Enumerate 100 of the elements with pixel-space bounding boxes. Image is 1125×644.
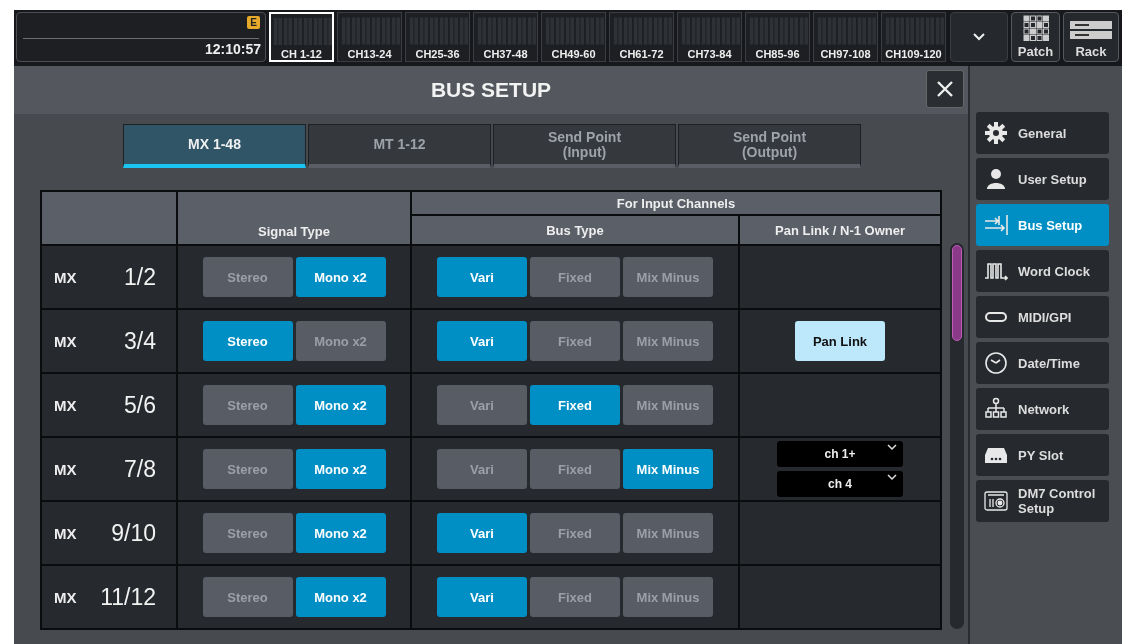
chevron-down-icon	[887, 474, 897, 481]
square-wave-icon	[984, 263, 1008, 281]
bank-tab[interactable]: CH73-84	[677, 12, 742, 62]
bank-tab[interactable]: CH97-108	[813, 12, 878, 62]
meter-icon	[611, 15, 672, 47]
edit-badge: E	[247, 16, 260, 29]
bus-type-button[interactable]: Fixed	[530, 385, 620, 425]
bank-tab[interactable]: CH61-72	[609, 12, 674, 62]
bank-tab[interactable]: CH49-60	[541, 12, 606, 62]
close-icon	[936, 80, 954, 98]
clock-icon	[985, 352, 1007, 374]
signal-type-button[interactable]: Stereo	[202, 513, 293, 553]
meter-icon	[815, 15, 876, 47]
chevron-down-icon	[972, 32, 986, 42]
sidebar-item[interactable]: MIDI/GPI	[976, 296, 1109, 338]
bus-type-button[interactable]: Mix Minus	[623, 449, 713, 489]
bus-type-button[interactable]: Vari	[437, 321, 527, 361]
signal-type-button[interactable]: Mono x2	[295, 577, 386, 617]
bus-type-button[interactable]: Fixed	[530, 449, 620, 489]
bus-type-button[interactable]: Vari	[437, 257, 527, 297]
bank-tab[interactable]: CH13-24	[337, 12, 402, 62]
bus-number: 5/6	[124, 391, 156, 419]
bus-type-button[interactable]: Mix Minus	[623, 257, 713, 297]
bus-type-button[interactable]: Fixed	[530, 257, 620, 297]
network-icon	[985, 397, 1007, 418]
bus-type-button[interactable]: Vari	[437, 513, 527, 553]
tab[interactable]: Send Point (Output)	[678, 124, 861, 168]
meter-icon	[339, 15, 400, 47]
sidebar-item[interactable]: DM7 Control Setup	[976, 480, 1109, 522]
meter-icon	[543, 15, 604, 47]
bus-prefix: MX	[54, 524, 77, 542]
bus-type-button[interactable]: Fixed	[530, 321, 620, 361]
chevron-down-icon	[887, 444, 897, 451]
signal-type-button[interactable]: Stereo	[202, 449, 293, 489]
signal-type-button[interactable]: Stereo	[202, 577, 293, 617]
bus-number: 1/2	[124, 263, 156, 291]
rack-button[interactable]: Rack	[1063, 12, 1119, 62]
sidebar-item[interactable]: PY Slot	[976, 434, 1109, 476]
signal-type-button[interactable]: Mono x2	[295, 385, 386, 425]
connector-icon	[985, 312, 1007, 322]
signal-type-button[interactable]: Mono x2	[295, 513, 386, 553]
meter-icon	[883, 15, 944, 47]
patch-button[interactable]: Patch	[1011, 12, 1060, 62]
bus-type-button[interactable]: Mix Minus	[623, 321, 713, 361]
owner-select[interactable]: ch 4	[777, 471, 903, 497]
bus-type-button[interactable]: Vari	[437, 385, 527, 425]
bus-type-button[interactable]: Mix Minus	[623, 577, 713, 617]
signal-type-button[interactable]: Stereo	[202, 321, 293, 361]
sidebar-item[interactable]: General	[976, 112, 1109, 154]
grid-icon	[1022, 15, 1049, 41]
rack-icon	[1069, 19, 1113, 41]
column-header: Pan Link / N-1 Owner	[740, 216, 940, 244]
signal-type-button[interactable]: Stereo	[202, 385, 293, 425]
bank-tab[interactable]: CH85-96	[745, 12, 810, 62]
meter-icon	[747, 15, 808, 47]
bus-number: 7/8	[124, 455, 156, 483]
bus-prefix: MX	[54, 268, 77, 286]
user-icon	[987, 169, 1005, 189]
bus-prefix: MX	[54, 332, 77, 350]
signal-type-button[interactable]: Mono x2	[295, 449, 386, 489]
bus-type-button[interactable]: Vari	[437, 449, 527, 489]
bus-type-button[interactable]: Fixed	[530, 513, 620, 553]
sidebar-item[interactable]: Network	[976, 388, 1109, 430]
bus-routing-icon	[984, 214, 1008, 236]
bus-number: 9/10	[111, 519, 156, 547]
tab[interactable]: Send Point (Input)	[493, 124, 676, 168]
bank-tab[interactable]: CH37-48	[473, 12, 538, 62]
sidebar-item[interactable]: Date/Time	[976, 342, 1109, 384]
control-panel-icon	[984, 491, 1008, 511]
scroll-thumb[interactable]	[952, 245, 962, 341]
dialog-title: BUS SETUP	[430, 78, 552, 102]
sidebar-item[interactable]: Word Clock	[976, 250, 1109, 292]
scrollbar[interactable]	[950, 243, 964, 629]
clock-time: 12:10:57	[204, 41, 261, 57]
bus-number: 3/4	[124, 327, 156, 355]
tab[interactable]: MT 1-12	[308, 124, 491, 168]
bus-prefix: MX	[54, 460, 77, 478]
bus-type-button[interactable]: Fixed	[530, 577, 620, 617]
bus-type-button[interactable]: Vari	[437, 577, 527, 617]
tab[interactable]: MX 1-48	[123, 124, 306, 168]
signal-type-button[interactable]: Mono x2	[295, 257, 386, 297]
bus-prefix: MX	[54, 396, 77, 414]
close-button[interactable]	[926, 70, 964, 108]
bus-prefix: MX	[54, 588, 77, 606]
bus-type-button[interactable]: Mix Minus	[623, 513, 713, 553]
bus-type-button[interactable]: Mix Minus	[623, 385, 713, 425]
signal-type-button[interactable]: Mono x2	[295, 321, 386, 361]
pan-link-button[interactable]: Pan Link	[795, 321, 885, 361]
bank-tab[interactable]: CH 1-12	[269, 12, 334, 62]
bank-tab[interactable]: CH109-120	[881, 12, 946, 62]
column-header: Signal Type	[178, 192, 410, 244]
owner-select[interactable]: ch 1+	[777, 441, 903, 467]
sidebar-item[interactable]: Bus Setup	[976, 204, 1109, 246]
meter-icon	[407, 15, 468, 47]
group-header: For Input Channels	[412, 192, 940, 214]
sidebar-item[interactable]: User Setup	[976, 158, 1109, 200]
signal-type-button[interactable]: Stereo	[202, 257, 293, 297]
gear-icon	[985, 122, 1007, 144]
bank-tab[interactable]: CH25-36	[405, 12, 470, 62]
bus-number: 11/12	[100, 583, 156, 611]
